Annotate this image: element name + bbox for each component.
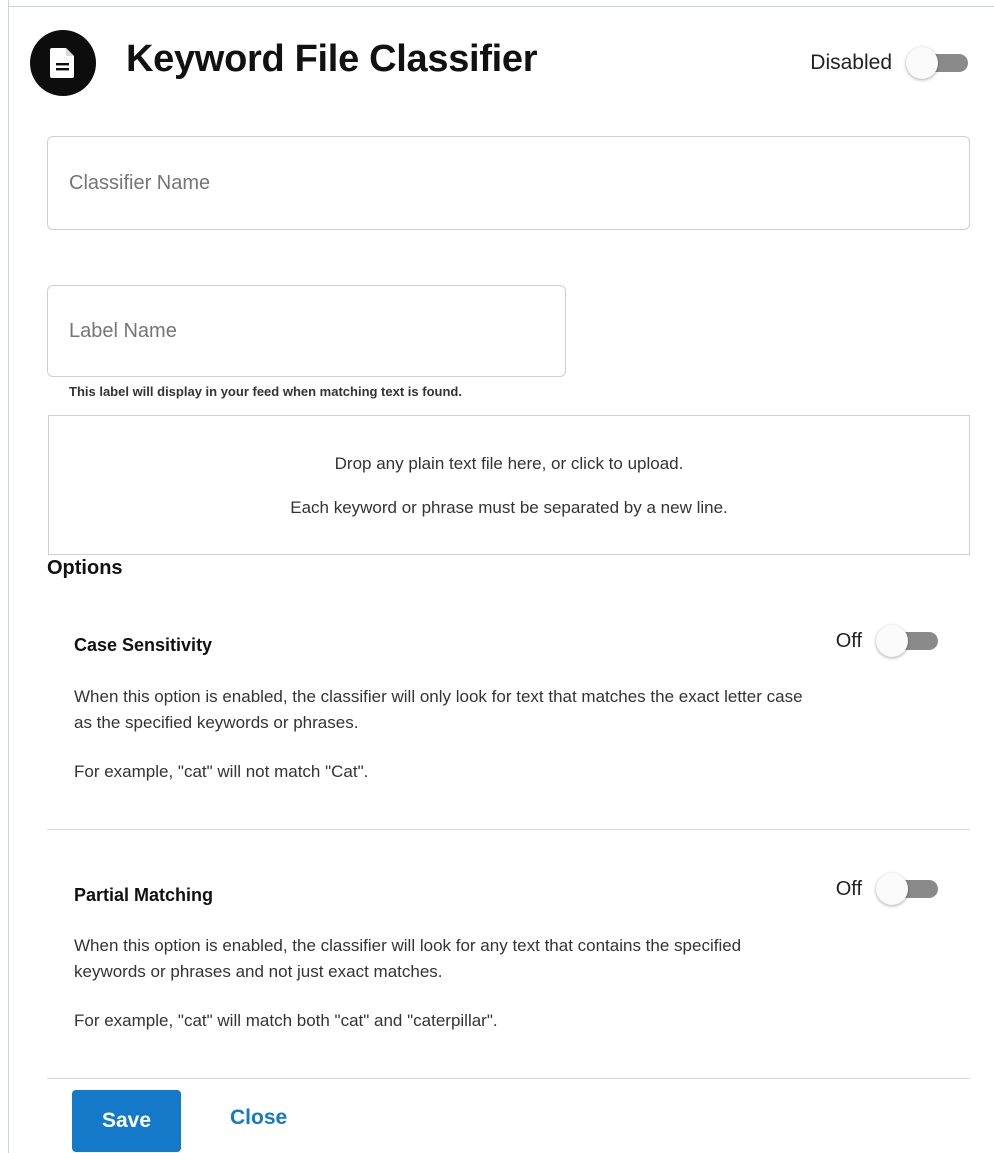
partial-matching-toggle[interactable] bbox=[876, 872, 940, 906]
option-description: When this option is enabled, the classif… bbox=[74, 936, 742, 981]
section-divider bbox=[47, 829, 970, 830]
classifier-header: Keyword File Classifier Disabled bbox=[30, 30, 970, 96]
option-toggle-group: Off bbox=[836, 872, 940, 906]
status-label: Disabled bbox=[810, 51, 892, 74]
label-name-field[interactable] bbox=[47, 285, 566, 377]
classifier-name-field[interactable] bbox=[47, 136, 970, 230]
enable-classifier-toggle[interactable] bbox=[906, 46, 970, 80]
toggle-thumb bbox=[876, 873, 908, 905]
options-heading: Options bbox=[47, 557, 123, 579]
option-example: For example, "cat" will match both "cat"… bbox=[74, 1011, 498, 1030]
dropzone-instruction: Drop any plain text file here, or click … bbox=[334, 454, 684, 473]
option-title: Partial Matching bbox=[74, 885, 214, 905]
label-helper-text: This label will display in your feed whe… bbox=[69, 384, 462, 399]
frame-border-left bbox=[8, 0, 9, 1153]
option-state-label: Off bbox=[835, 877, 862, 900]
option-partial-matching: Partial Matching Off When this option is… bbox=[47, 870, 970, 1070]
option-title: Case Sensitivity bbox=[74, 635, 213, 655]
document-icon bbox=[30, 30, 96, 96]
classifier-status: Disabled bbox=[810, 46, 970, 80]
option-example: For example, "cat" will not match "Cat". bbox=[74, 762, 369, 781]
case-sensitivity-toggle[interactable] bbox=[876, 624, 940, 658]
frame-border-top bbox=[8, 6, 994, 7]
toggle-thumb bbox=[906, 47, 938, 79]
dropzone-format-hint: Each keyword or phrase must be separated… bbox=[290, 498, 728, 517]
close-button[interactable]: Close bbox=[230, 1106, 287, 1130]
option-state-label: Off bbox=[835, 629, 862, 652]
keyword-file-dropzone[interactable]: Drop any plain text file here, or click … bbox=[48, 415, 970, 555]
page-title: Keyword File Classifier bbox=[126, 38, 538, 80]
option-description: When this option is enabled, the classif… bbox=[74, 687, 803, 732]
label-name-input[interactable] bbox=[48, 286, 565, 376]
option-toggle-group: Off bbox=[836, 624, 940, 658]
section-divider bbox=[47, 1078, 970, 1079]
save-button[interactable]: Save bbox=[72, 1090, 181, 1152]
classifier-name-input[interactable] bbox=[48, 137, 969, 229]
toggle-thumb bbox=[876, 625, 908, 657]
option-case-sensitivity: Case Sensitivity Off When this option is… bbox=[47, 620, 970, 830]
